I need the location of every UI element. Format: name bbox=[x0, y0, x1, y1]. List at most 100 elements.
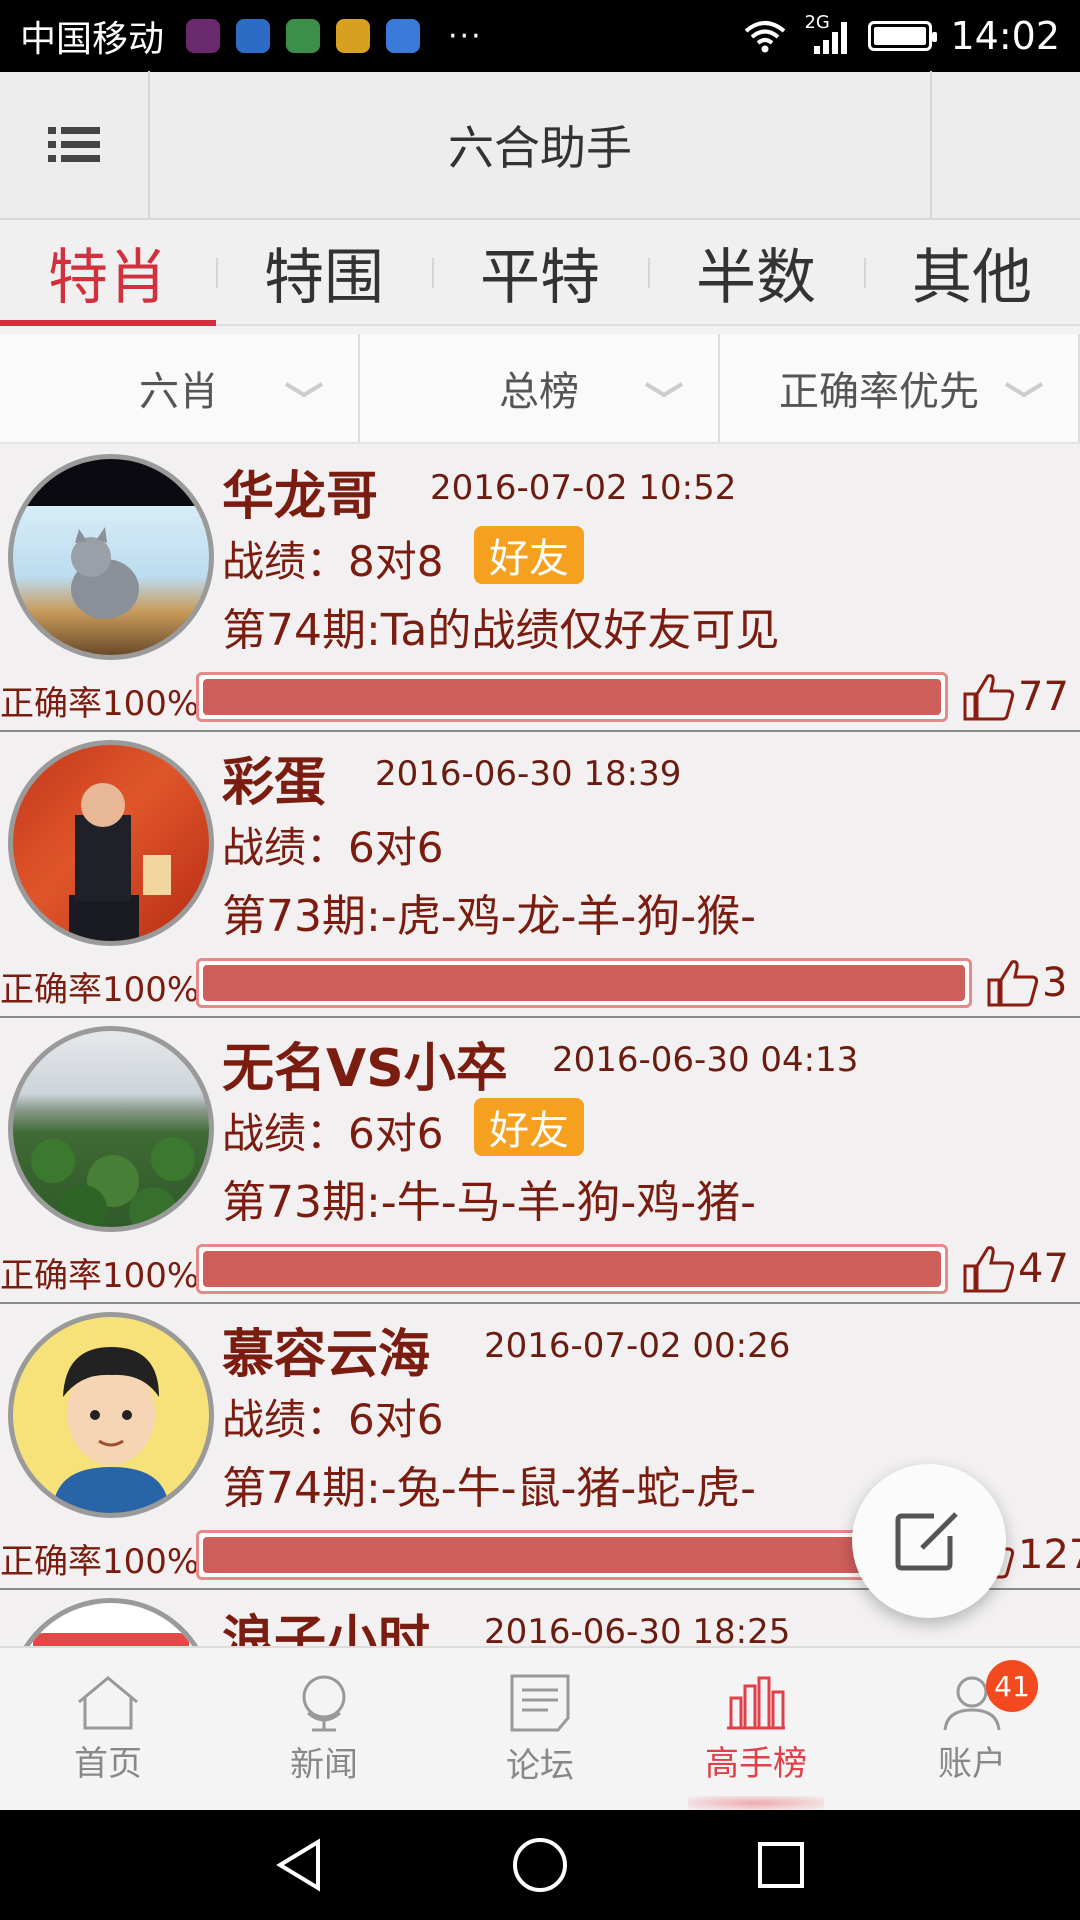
expert-name: 彩蛋 bbox=[222, 753, 327, 813]
filter-bar: 六肖 总榜 正确率优先 bbox=[0, 334, 1080, 444]
accuracy-bar-fill bbox=[203, 1537, 941, 1573]
more-notifications-icon: ··· bbox=[448, 18, 483, 54]
like-button[interactable]: 77 bbox=[962, 672, 1069, 722]
status-bar: 中国移动 ··· 2G 14:02 bbox=[0, 0, 1080, 72]
record: 战绩：6对6 bbox=[222, 823, 444, 872]
back-icon[interactable] bbox=[274, 1838, 324, 1892]
nav-forum[interactable]: 论坛 bbox=[432, 1648, 648, 1810]
nav-forum-label: 论坛 bbox=[506, 1745, 574, 1786]
cloud-app-icon bbox=[386, 19, 421, 53]
accuracy-label: 正确率100% bbox=[0, 1542, 200, 1582]
avatar[interactable] bbox=[8, 740, 214, 946]
expert-name: 华龙哥 bbox=[222, 467, 379, 527]
list-menu-icon bbox=[48, 127, 100, 162]
expert-name: 无名VS小卒 bbox=[222, 1039, 508, 1099]
like-count: 127 bbox=[1018, 1532, 1080, 1578]
accuracy-label: 正确率100% bbox=[0, 684, 200, 724]
accuracy-bar bbox=[196, 958, 972, 1008]
type-filter-dropdown[interactable]: 六肖 bbox=[0, 334, 360, 442]
home-circle-icon[interactable] bbox=[511, 1836, 569, 1894]
nav-news[interactable]: 新闻 bbox=[216, 1648, 432, 1810]
prediction: 第74期:-兔-牛-鼠-猪-蛇-虎- bbox=[222, 1463, 756, 1514]
thumbs-up-icon bbox=[987, 960, 1039, 1007]
accuracy-bar-fill bbox=[203, 965, 965, 1001]
avatar[interactable] bbox=[8, 454, 214, 660]
post-time: 2016-06-30 04:13 bbox=[552, 1040, 859, 1080]
carrier-name: 中国移动 bbox=[20, 19, 165, 60]
prediction: 第73期:-牛-马-羊-狗-鸡-猪- bbox=[222, 1177, 756, 1228]
health-app-icon bbox=[236, 19, 271, 53]
prediction: 第73期:-虎-鸡-龙-羊-狗-猴- bbox=[222, 891, 756, 942]
notification-badge: 41 bbox=[986, 1660, 1038, 1712]
message-app-icon bbox=[286, 19, 321, 53]
accuracy-label: 正确率100% bbox=[0, 970, 200, 1010]
menu-button[interactable] bbox=[0, 71, 150, 219]
accuracy-bar bbox=[196, 1530, 948, 1580]
forum-icon bbox=[510, 1674, 570, 1731]
nav-rankings[interactable]: 高手榜 bbox=[648, 1648, 864, 1810]
accuracy-bar bbox=[196, 1244, 948, 1294]
expert-name: 浪子小时 bbox=[222, 1611, 431, 1646]
nav-home[interactable]: 首页 bbox=[0, 1648, 216, 1810]
like-count: 3 bbox=[1042, 960, 1068, 1006]
globe-icon bbox=[302, 1675, 346, 1731]
system-navigation-bar bbox=[0, 1810, 1080, 1920]
like-button[interactable]: 47 bbox=[962, 1244, 1069, 1294]
emui-app-icon bbox=[186, 19, 221, 53]
home-icon bbox=[78, 1675, 138, 1729]
ranking-filter-label: 总榜 bbox=[499, 369, 579, 415]
clock: 14:02 bbox=[950, 14, 1060, 58]
friend-badge: 好友 bbox=[474, 1098, 584, 1156]
post-time: 2016-07-02 00:26 bbox=[484, 1326, 791, 1366]
tab-tewei[interactable]: 特围 bbox=[216, 220, 432, 324]
record: 战绩：8对8 bbox=[222, 537, 444, 586]
like-button[interactable]: 3 bbox=[986, 958, 1067, 1008]
sort-filter-dropdown[interactable]: 正确率优先 bbox=[720, 334, 1080, 442]
category-tabs: 特肖 特围 平特 半数 其他 bbox=[0, 220, 1080, 326]
type-filter-label: 六肖 bbox=[139, 369, 219, 415]
chevron-down-icon bbox=[1004, 382, 1044, 398]
tab-texiao[interactable]: 特肖 bbox=[0, 220, 216, 326]
record: 战绩：6对6 bbox=[222, 1395, 444, 1444]
list-item[interactable]: 彩蛋 2016-06-30 18:39 战绩：6对6 第73期:-虎-鸡-龙-羊… bbox=[0, 732, 1080, 1018]
avatar[interactable] bbox=[8, 1598, 214, 1646]
edit-icon bbox=[895, 1512, 958, 1571]
wallet-app-icon bbox=[336, 19, 371, 53]
nav-rankings-label: 高手榜 bbox=[705, 1743, 807, 1784]
ranking-filter-dropdown[interactable]: 总榜 bbox=[360, 334, 720, 442]
chevron-down-icon bbox=[284, 382, 324, 398]
page-title: 六合助手 bbox=[448, 121, 632, 175]
nav-account[interactable]: 账户 41 bbox=[864, 1648, 1080, 1810]
chevron-down-icon bbox=[644, 382, 684, 398]
recents-icon[interactable] bbox=[756, 1840, 806, 1890]
expert-name: 慕容云海 bbox=[222, 1325, 431, 1385]
compose-button[interactable] bbox=[852, 1464, 1006, 1618]
list-item[interactable]: 无名VS小卒 2016-06-30 04:13 战绩：6对6 好友 第73期:-… bbox=[0, 1018, 1080, 1304]
accuracy-bar-fill bbox=[203, 679, 941, 715]
post-time: 2016-07-02 10:52 bbox=[430, 468, 737, 508]
signal-icon: 2G bbox=[804, 12, 850, 56]
thumbs-up-icon bbox=[963, 674, 1015, 721]
title-right-area bbox=[930, 71, 1080, 219]
wifi-icon bbox=[745, 21, 786, 53]
avatar[interactable] bbox=[8, 1026, 214, 1232]
thumbs-up-icon bbox=[963, 1246, 1015, 1293]
list-item[interactable]: 华龙哥 2016-07-02 10:52 战绩：8对8 好友 第74期:Ta的战… bbox=[0, 446, 1080, 732]
nav-home-label: 首页 bbox=[74, 1743, 142, 1784]
tab-banshu[interactable]: 半数 bbox=[648, 220, 864, 324]
sort-filter-label: 正确率优先 bbox=[779, 369, 979, 415]
like-count: 47 bbox=[1018, 1246, 1069, 1292]
notification-icons: ··· bbox=[186, 19, 483, 54]
battery-icon bbox=[868, 21, 938, 51]
title-bar: 六合助手 bbox=[0, 71, 1080, 220]
like-count: 77 bbox=[1018, 674, 1069, 720]
nav-news-label: 新闻 bbox=[290, 1744, 358, 1785]
tab-pingte[interactable]: 平特 bbox=[432, 220, 648, 324]
avatar[interactable] bbox=[8, 1312, 214, 1518]
friend-badge: 好友 bbox=[474, 526, 584, 584]
tab-other[interactable]: 其他 bbox=[864, 220, 1080, 324]
prediction: 第74期:Ta的战绩仅好友可见 bbox=[222, 605, 780, 656]
ranking-icon bbox=[727, 1676, 785, 1729]
post-time: 2016-06-30 18:25 bbox=[484, 1612, 791, 1646]
bottom-navigation: 首页 新闻 论坛 高手榜 账户 41 bbox=[0, 1646, 1080, 1810]
